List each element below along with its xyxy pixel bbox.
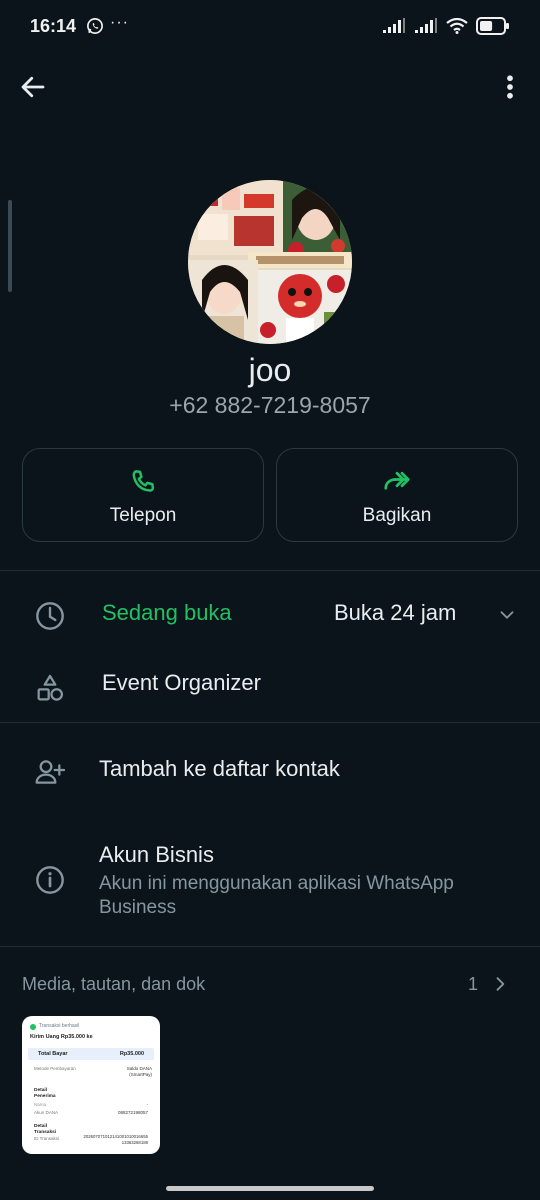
whatsapp-notification-icon bbox=[87, 18, 103, 34]
media-thumbnail[interactable]: Transaksi berhasil Kirim Uang Rp35.000 k… bbox=[22, 1016, 160, 1154]
thumb-recipient-label: Detail Penerima bbox=[34, 1088, 56, 1099]
add-contact-label: Tambah ke daftar kontak bbox=[99, 756, 340, 781]
add-person-icon bbox=[35, 760, 66, 784]
battery-icon bbox=[476, 17, 509, 35]
media-section-header[interactable]: Media, tautan, dan dok bbox=[22, 974, 205, 995]
business-account-row[interactable]: Akun Bisnis Akun ini menggunakan aplikas… bbox=[0, 842, 540, 922]
section-divider bbox=[0, 570, 540, 571]
clock-icon bbox=[36, 602, 64, 630]
hours-value: Buka 24 jam bbox=[334, 600, 457, 625]
section-divider bbox=[0, 946, 540, 947]
thumb-tx-label: Detail Transaksi bbox=[34, 1124, 57, 1135]
status-indicators bbox=[382, 17, 510, 35]
avatar-image bbox=[188, 180, 352, 344]
thumb-account-label: Akun DANA bbox=[34, 1110, 59, 1115]
thumb-status: Transaksi berhasil bbox=[39, 1023, 80, 1029]
business-category-row: Event Organizer bbox=[0, 670, 540, 702]
thumb-method-label: Metode Pembayaran bbox=[34, 1066, 76, 1071]
media-count[interactable]: 1 bbox=[468, 974, 478, 995]
top-app-bar bbox=[0, 60, 540, 112]
share-button-label: Bagikan bbox=[362, 505, 432, 526]
thumb-name-label: Nama bbox=[34, 1102, 47, 1107]
chevron-right-icon[interactable] bbox=[490, 973, 510, 995]
thumb-name-value: - bbox=[146, 1102, 149, 1107]
business-category: Event Organizer bbox=[102, 670, 261, 695]
info-icon bbox=[36, 866, 64, 894]
thumb-total-value: Rp35.000 bbox=[119, 1051, 144, 1057]
more-options-icon[interactable] bbox=[500, 72, 520, 102]
business-account-subtitle: Akun ini menggunakan aplikasi WhatsApp B… bbox=[99, 873, 454, 918]
navigation-bar bbox=[0, 1168, 540, 1200]
hours-open-status: Sedang buka bbox=[102, 600, 232, 625]
chevron-down-icon[interactable] bbox=[496, 604, 518, 626]
contact-phone: +62 882-7219-8057 bbox=[169, 392, 371, 418]
signal-icon-2 bbox=[415, 18, 437, 33]
profile-avatar[interactable] bbox=[188, 180, 352, 344]
call-button-label: Telepon bbox=[109, 505, 177, 526]
thumb-tx-id-value: 20260707101214100101001665513363268188 bbox=[83, 1134, 148, 1145]
category-shapes-icon bbox=[37, 674, 64, 701]
share-forward-icon bbox=[384, 471, 410, 490]
status-time: 16:14 bbox=[30, 16, 77, 36]
back-arrow-icon[interactable] bbox=[18, 72, 48, 102]
business-hours-row[interactable]: Sedang buka Buka 24 jam bbox=[0, 600, 540, 632]
thumb-total-label: Total Bayar bbox=[38, 1051, 68, 1057]
add-contact-row[interactable]: Tambah ke daftar kontak bbox=[0, 756, 540, 788]
scroll-indicator[interactable] bbox=[8, 200, 12, 292]
status-bar: 16:14 ··· bbox=[0, 0, 540, 54]
home-indicator[interactable] bbox=[166, 1186, 374, 1191]
signal-icon bbox=[383, 18, 405, 33]
business-account-title: Akun Bisnis bbox=[99, 842, 214, 867]
thumb-title: Kirim Uang Rp35.000 ke bbox=[30, 1034, 93, 1040]
phone-icon bbox=[132, 470, 155, 492]
share-button[interactable]: Bagikan bbox=[276, 448, 518, 542]
section-divider bbox=[0, 722, 540, 723]
thumb-tx-id-label: ID Transaksi bbox=[34, 1136, 60, 1141]
wifi-icon bbox=[446, 18, 468, 34]
thumb-account-value: 088272198057 bbox=[117, 1110, 148, 1115]
success-check-icon bbox=[30, 1024, 36, 1030]
call-button[interactable]: Telepon bbox=[22, 448, 264, 542]
thumb-method-value: Saldo DANA (SmartPay) bbox=[126, 1066, 152, 1077]
contact-name: joo bbox=[248, 352, 292, 388]
more-notifications-icon: ··· bbox=[110, 14, 129, 31]
